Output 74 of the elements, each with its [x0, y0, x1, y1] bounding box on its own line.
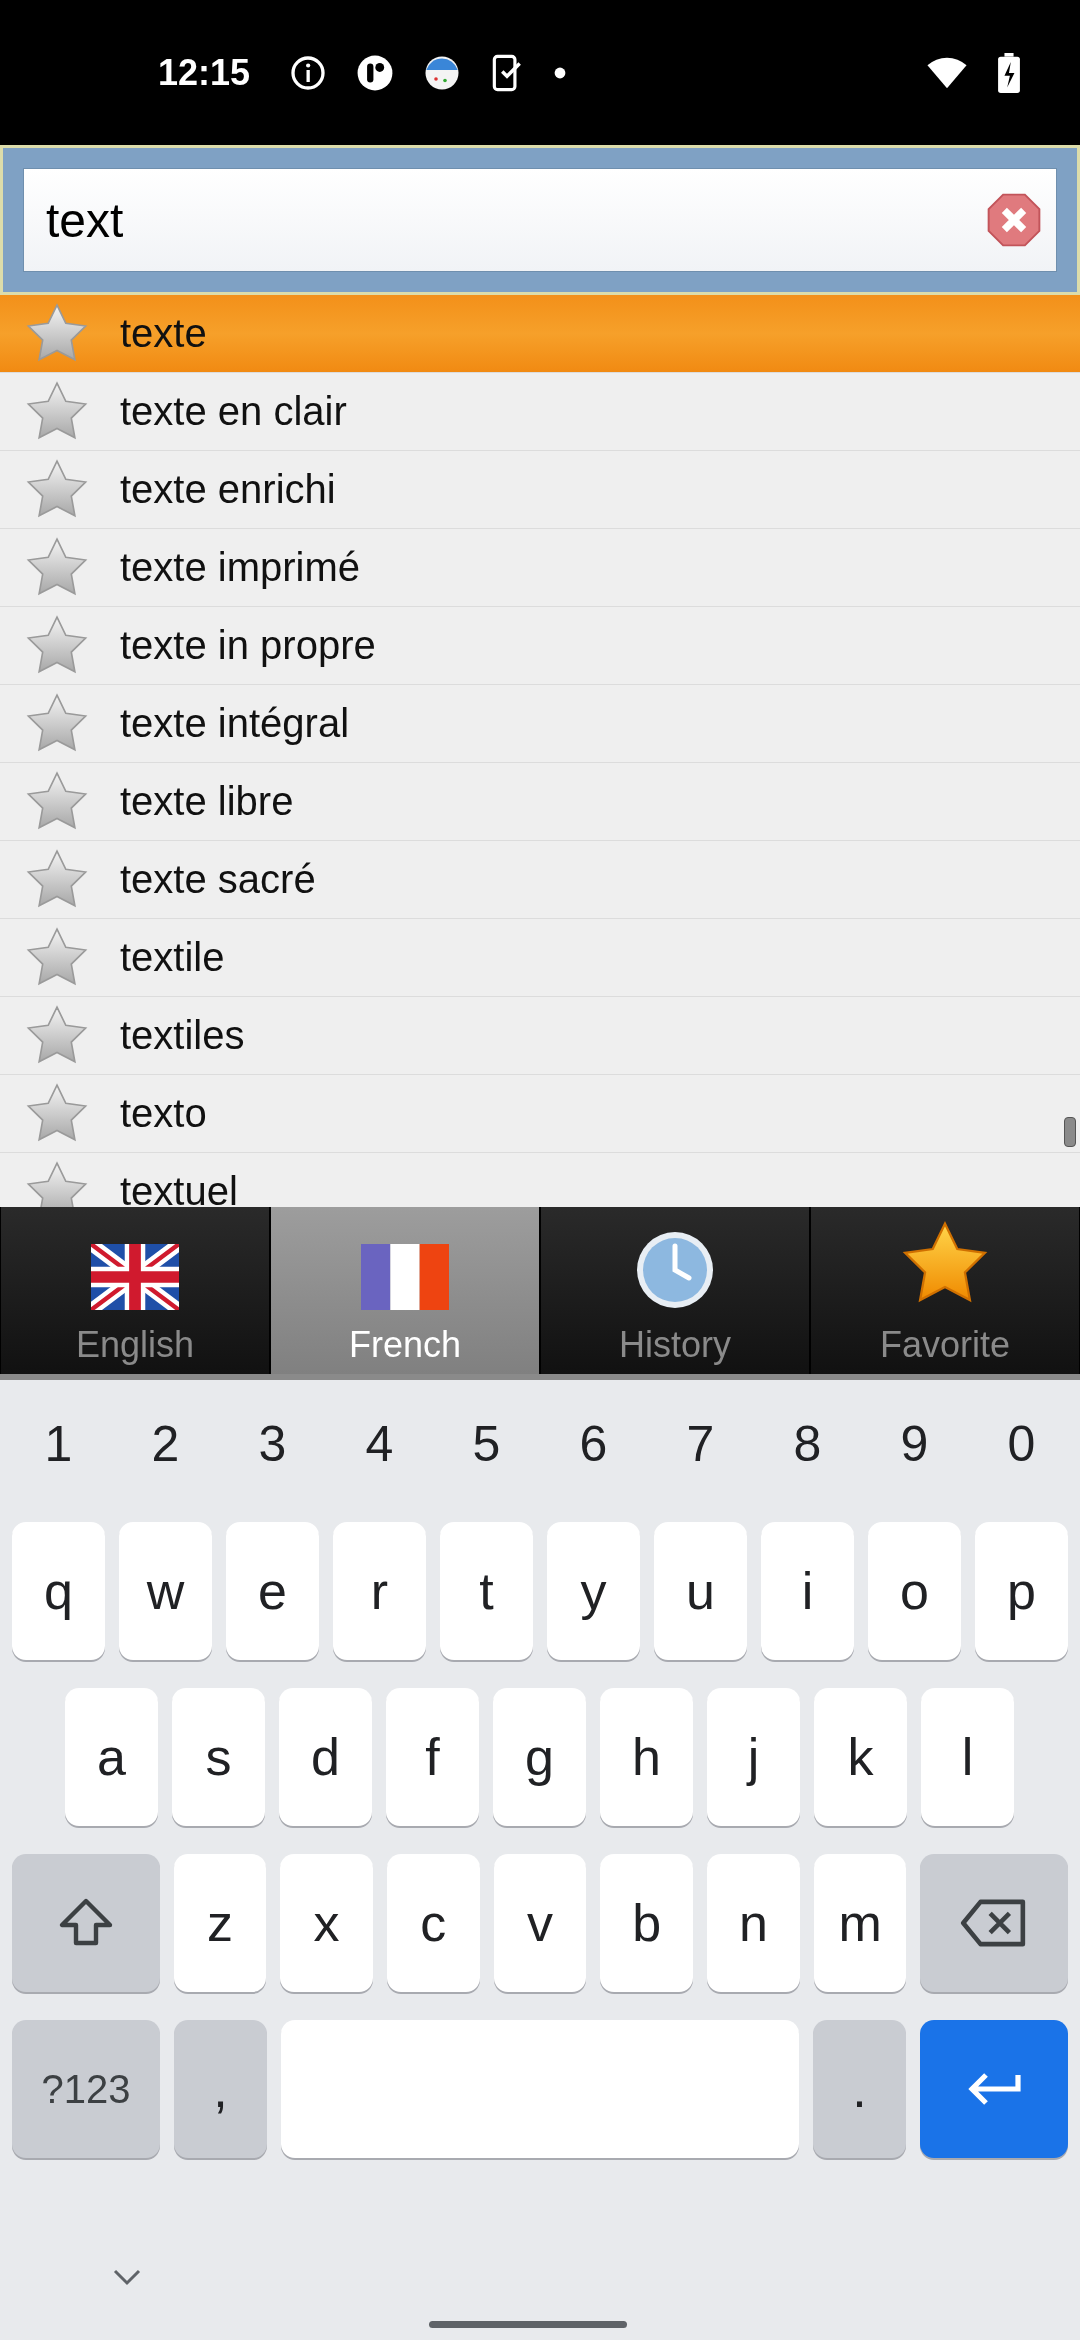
key[interactable]: . [813, 2020, 906, 2158]
dot-icon [554, 66, 567, 79]
key[interactable]: m [813, 1854, 907, 1992]
number-key[interactable]: 8 [761, 1415, 854, 1473]
result-row[interactable]: texte [0, 295, 1080, 373]
result-text: texte enrichi [120, 467, 336, 512]
key[interactable]: q [12, 1522, 105, 1660]
result-text: textiles [120, 1013, 245, 1058]
key[interactable]: v [493, 1854, 587, 1992]
key[interactable]: w [119, 1522, 212, 1660]
key[interactable]: s [172, 1688, 265, 1826]
scroll-thumb [1064, 1117, 1076, 1147]
key[interactable]: r [333, 1522, 426, 1660]
key[interactable]: y [547, 1522, 640, 1660]
key[interactable]: u [654, 1522, 747, 1660]
app-notification-icon [424, 54, 461, 91]
key[interactable]: a [65, 1688, 158, 1826]
search-field[interactable]: text [23, 168, 1057, 272]
enter-key[interactable] [920, 2020, 1068, 2158]
key[interactable]: t [440, 1522, 533, 1660]
shift-key[interactable] [12, 1854, 160, 1992]
key[interactable]: b [600, 1854, 694, 1992]
result-text: textile [120, 935, 225, 980]
number-key[interactable]: 4 [333, 1415, 426, 1473]
chevron-down-icon[interactable] [112, 2267, 142, 2287]
number-key[interactable]: 0 [975, 1415, 1068, 1473]
number-key[interactable]: 2 [119, 1415, 212, 1473]
tab[interactable]: History [541, 1207, 809, 1374]
result-text: texte [120, 311, 207, 356]
number-key[interactable]: 5 [440, 1415, 533, 1473]
number-key[interactable]: 9 [868, 1415, 961, 1473]
result-text: texto [120, 1091, 207, 1136]
result-text: texte sacré [120, 857, 316, 902]
key[interactable]: e [226, 1522, 319, 1660]
key[interactable]: x [280, 1854, 373, 1992]
app-notification-icon [356, 53, 395, 92]
result-text: textuel [120, 1169, 238, 1207]
key[interactable]: k [814, 1688, 907, 1826]
key[interactable]: f [386, 1688, 479, 1826]
flag-icon [361, 1244, 449, 1310]
key[interactable]: o [868, 1522, 961, 1660]
number-key[interactable]: 1 [12, 1415, 105, 1473]
result-text: texte en clair [120, 389, 347, 434]
key[interactable]: d [279, 1688, 372, 1826]
key[interactable]: h [600, 1688, 693, 1826]
clear-icon[interactable] [985, 191, 1043, 249]
result-text: texte in propre [120, 623, 376, 668]
key[interactable]: n [707, 1854, 800, 1992]
backspace-key[interactable] [920, 1854, 1068, 1992]
result-text: texte intégral [120, 701, 350, 746]
key[interactable]: , [174, 2020, 267, 2158]
info-icon [290, 54, 327, 91]
number-key[interactable]: 6 [547, 1415, 640, 1473]
number-key[interactable]: 7 [654, 1415, 747, 1473]
result-text: texte libre [120, 779, 294, 824]
key[interactable]: g [493, 1688, 586, 1826]
tab[interactable]: English [1, 1207, 269, 1374]
battery-icon [998, 52, 1020, 93]
key[interactable]: l [921, 1688, 1014, 1826]
number-key[interactable]: 3 [226, 1415, 319, 1473]
key[interactable]: z [173, 1854, 267, 1992]
flag-icon [91, 1244, 179, 1310]
clock-time: 12:15 [158, 51, 251, 94]
key[interactable]: j [707, 1688, 800, 1826]
home-handle[interactable] [429, 2321, 627, 2328]
key[interactable]: c [386, 1854, 480, 1992]
clock-icon [635, 1230, 715, 1310]
result-text: texte imprimé [120, 545, 361, 590]
key[interactable]: p [975, 1522, 1068, 1660]
tab[interactable]: Favorite [811, 1207, 1079, 1374]
wifi-icon [926, 55, 968, 90]
tab[interactable]: French [271, 1207, 539, 1374]
key[interactable]: i [761, 1522, 854, 1660]
symbols-key[interactable]: ?123 [12, 2020, 160, 2158]
